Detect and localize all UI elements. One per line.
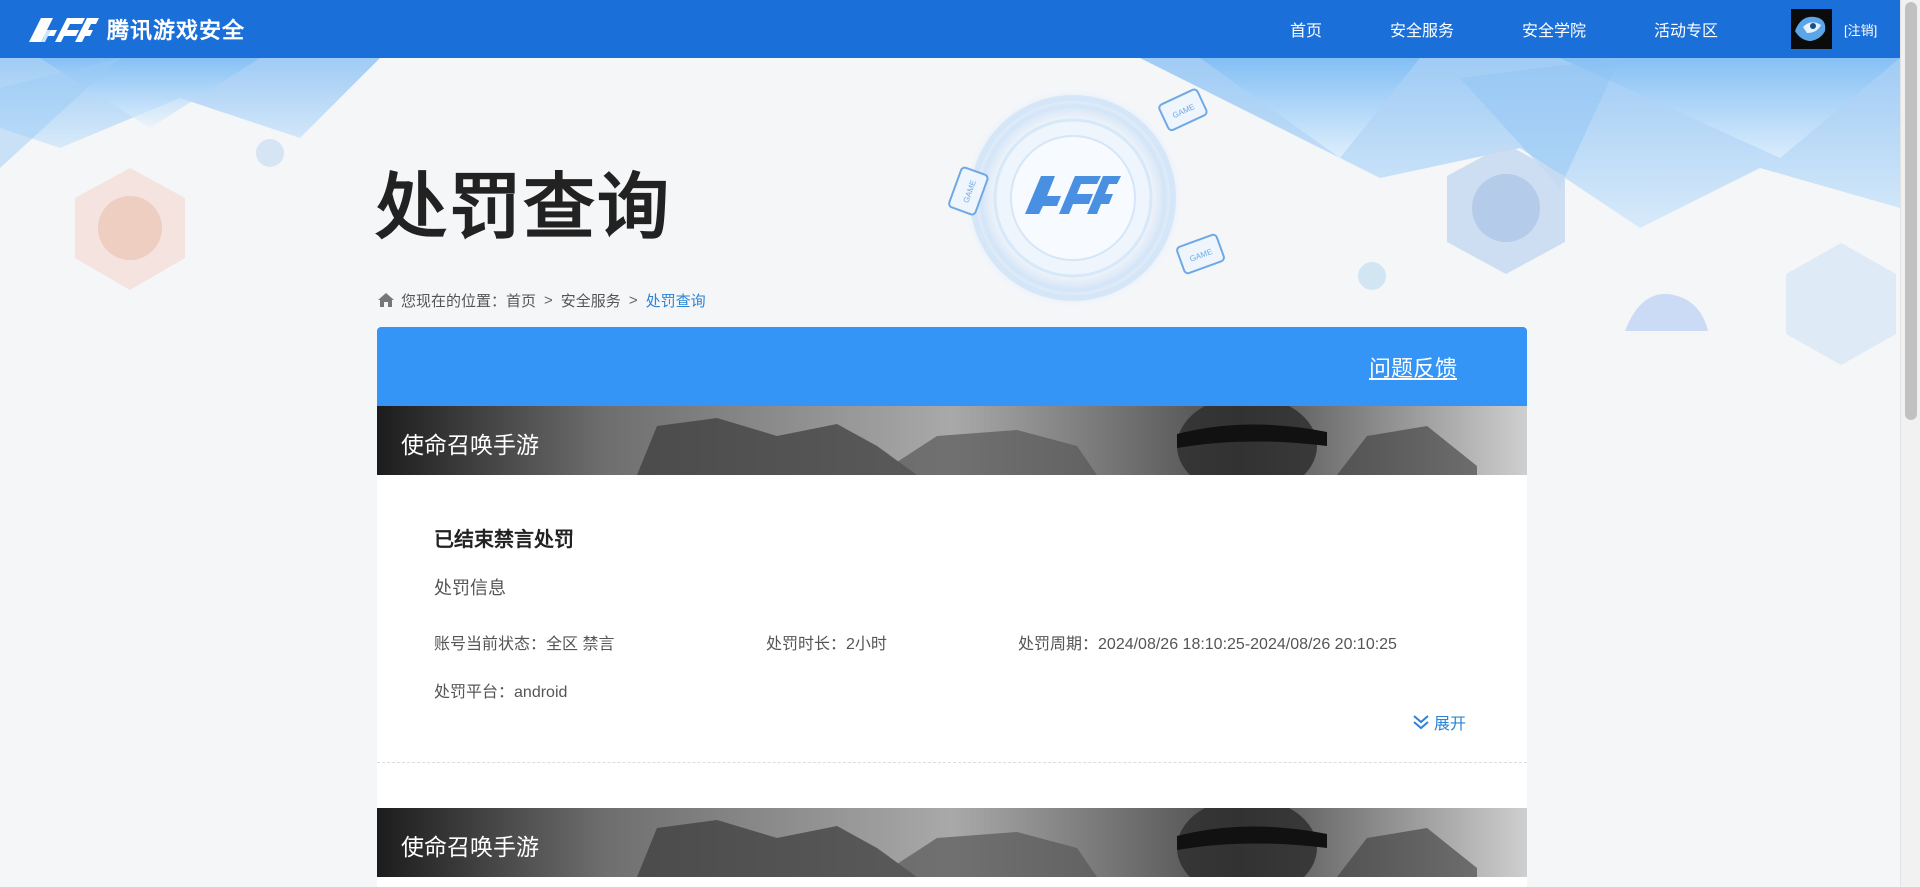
nav-security-academy[interactable]: 安全学院 (1522, 17, 1586, 41)
logout-link[interactable]: [注销] (1844, 20, 1877, 39)
penalty-period-value: 2024/08/26 18:10:25-2024/08/26 20:10:25 (1098, 636, 1397, 653)
record-subtitle: 处罚信息 (434, 578, 506, 598)
ace-logo-icon (29, 18, 99, 42)
page-title: 处罚查询 (375, 165, 672, 249)
user-area: [注销] (1791, 9, 1877, 49)
breadcrumb-security-services[interactable]: 安全服务 (561, 290, 621, 311)
brand-text: 腾讯游戏安全 (107, 18, 246, 43)
account-status-value: 全区 禁言 (546, 636, 615, 653)
expand-button[interactable]: 展开 (1412, 710, 1466, 734)
account-status-label: 账号当前状态： (434, 636, 547, 653)
soldier-banner-image (377, 808, 1527, 877)
nav-events[interactable]: 活动专区 (1654, 17, 1718, 41)
double-chevron-down-icon (1413, 715, 1429, 730)
nav-security-services[interactable]: 安全服务 (1390, 17, 1454, 41)
avatar-image-icon (1791, 9, 1832, 49)
breadcrumb-separator: > (628, 291, 638, 309)
feedback-link[interactable]: 问题反馈 (1369, 351, 1457, 383)
main-nav: 首页 安全服务 安全学院 活动专区 (1290, 0, 1786, 58)
penalty-platform-value: android (514, 684, 568, 701)
penalty-period-label: 处罚周期： (1018, 636, 1099, 653)
expand-label: 展开 (1434, 716, 1467, 733)
breadcrumb-home[interactable]: 首页 (506, 290, 536, 311)
penalty-duration: 处罚时长：2小时 (766, 630, 887, 654)
breadcrumb-separator: > (544, 291, 553, 309)
soldier-banner-image (377, 406, 1527, 475)
scrollbar-thumb[interactable] (1905, 2, 1917, 420)
penalty-panel: 问题反馈 使命召唤手游 已结束禁言处罚 处罚信息 账号当前状态：全区 禁言 处罚… (377, 327, 1527, 887)
page-scrollbar[interactable] (1900, 0, 1920, 887)
game-name: 使命召唤手游 (401, 432, 539, 458)
panel-header: 问题反馈 (377, 327, 1527, 406)
section-gap (377, 763, 1527, 808)
game-name: 使命召唤手游 (401, 834, 539, 860)
nav-home[interactable]: 首页 (1290, 17, 1322, 41)
record-title: 已结束禁言处罚 (434, 529, 574, 551)
penalty-duration-label: 处罚时长： (766, 636, 847, 653)
home-icon (378, 293, 394, 307)
avatar[interactable] (1791, 9, 1832, 49)
penalty-platform: 处罚平台：android (434, 678, 567, 702)
penalty-platform-label: 处罚平台： (434, 684, 515, 701)
penalty-period: 处罚周期：2024/08/26 18:10:25-2024/08/26 20:1… (1018, 630, 1397, 654)
game-banner: 使命召唤手游 (377, 808, 1527, 877)
breadcrumb-current: 处罚查询 (645, 292, 706, 310)
penalty-record: 已结束禁言处罚 处罚信息 账号当前状态：全区 禁言 处罚时长：2小时 处罚周期：… (377, 475, 1527, 763)
game-banner: 使命召唤手游 (377, 406, 1527, 475)
breadcrumb: 您现在的位置： 首页 > 安全服务 > 处罚查询 (377, 288, 706, 312)
breadcrumb-prefix: 您现在的位置： (401, 292, 507, 310)
penalty-duration-value: 2小时 (846, 636, 887, 653)
account-status: 账号当前状态：全区 禁言 (434, 630, 614, 654)
top-navbar: 腾讯游戏安全 首页 安全服务 安全学院 活动专区 [注销] (0, 0, 1900, 58)
brand[interactable]: 腾讯游戏安全 (27, 0, 245, 58)
